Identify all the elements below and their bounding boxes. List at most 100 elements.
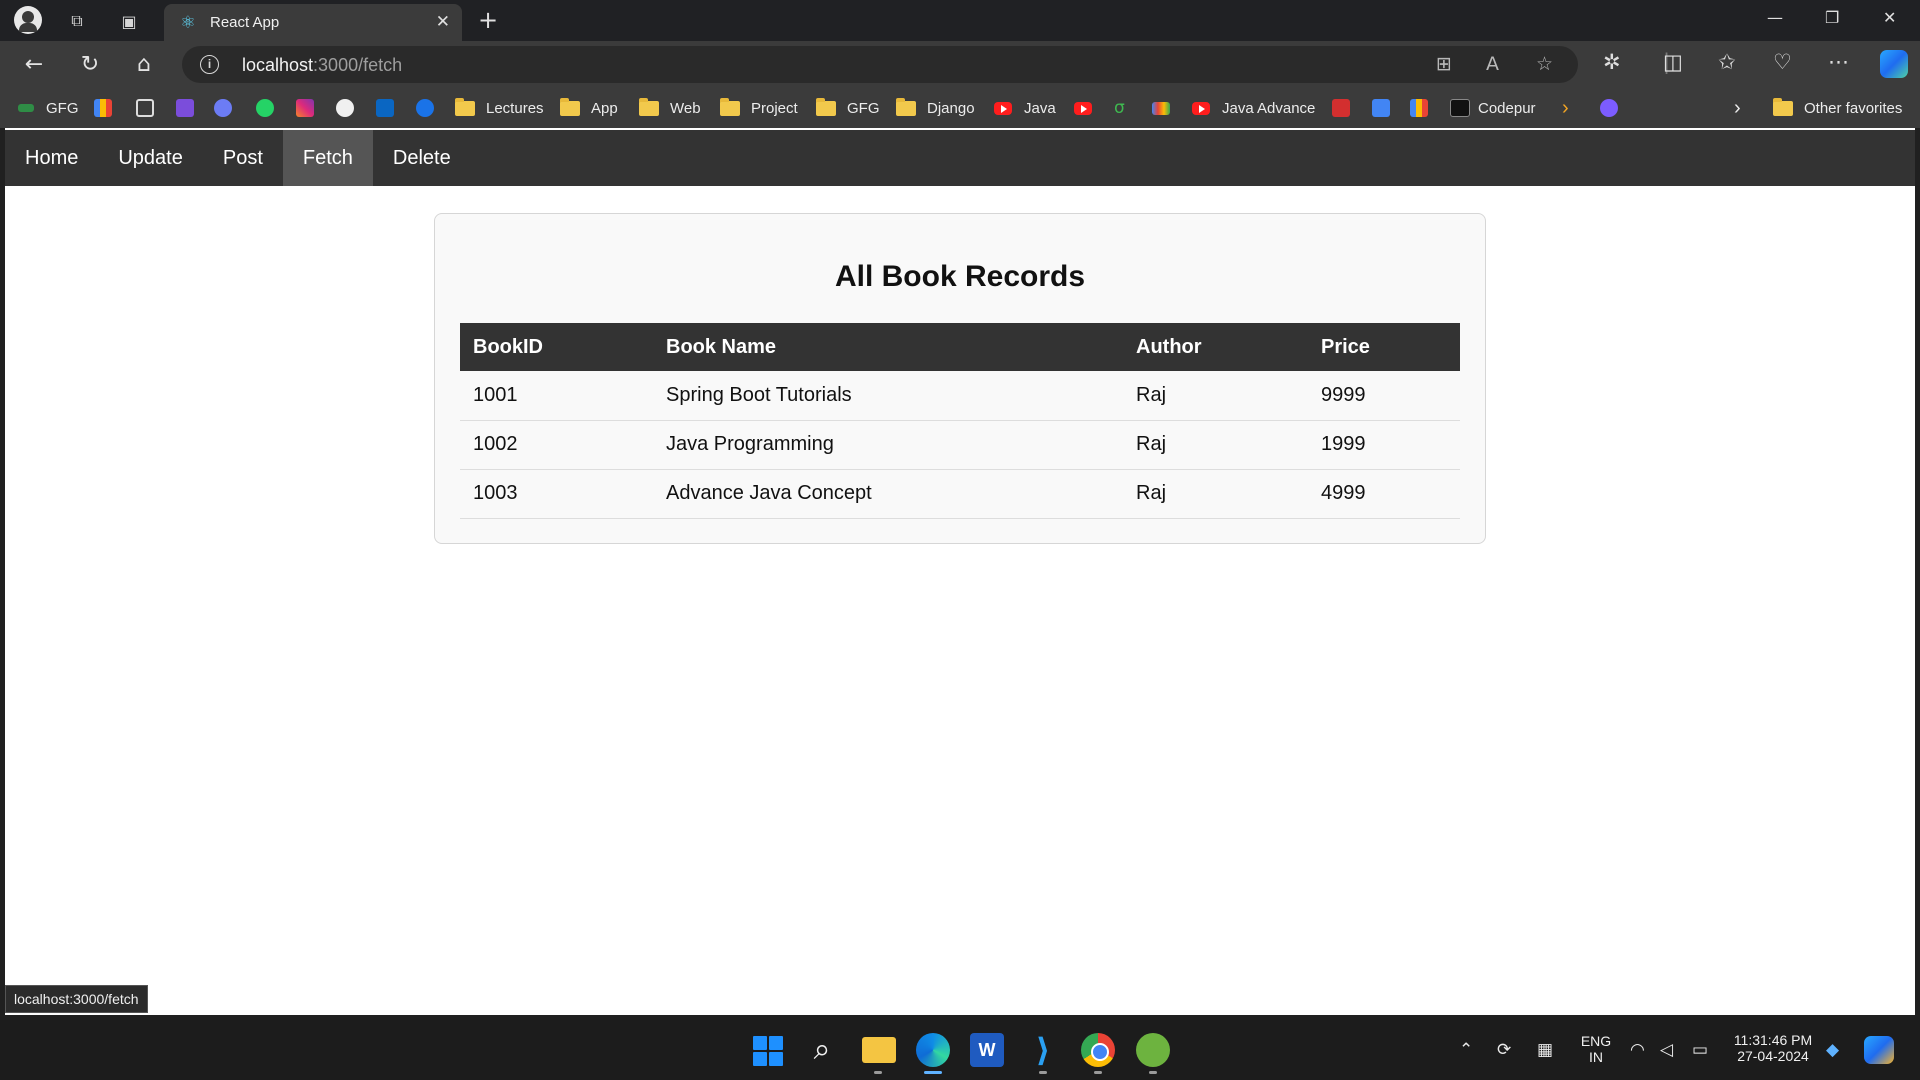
- widgets-icon[interactable]: ▦: [1537, 1040, 1553, 1060]
- notification-bell-icon[interactable]: ◆: [1826, 1040, 1839, 1060]
- folder-icon: [720, 97, 740, 116]
- favorite-youtube[interactable]: [1074, 97, 1104, 119]
- close-tab-icon[interactable]: ✕: [436, 12, 450, 32]
- favorite-label: Django: [927, 99, 975, 117]
- address-bar[interactable]: i localhost:3000/fetch ⊞ A ☆: [182, 46, 1578, 83]
- wifi-icon[interactable]: ◠: [1630, 1040, 1645, 1060]
- favorite-codepur[interactable]: Codepur: [1450, 97, 1536, 119]
- folder-icon: [560, 97, 580, 116]
- windows-taskbar: ⌕ W ⟩ ⌃ ⟳ ▦ ENG IN ◠ ◁ ▭ 11:31:46 PM 27-…: [0, 1020, 1920, 1080]
- nav-post[interactable]: Post: [203, 130, 283, 186]
- favorite-instagram[interactable]: [296, 97, 314, 119]
- windows-logo-icon: [753, 1052, 767, 1066]
- tab-react-app[interactable]: ⚛ React App ✕: [164, 4, 462, 41]
- favorite-power[interactable]: [416, 97, 434, 119]
- cell-author: Raj: [1123, 420, 1308, 470]
- favorite-analytics[interactable]: [94, 97, 112, 119]
- spring-tool-suite-icon[interactable]: [1136, 1033, 1170, 1067]
- other-favorites[interactable]: Other favorites: [1773, 97, 1902, 119]
- youtube-icon: [1192, 101, 1210, 115]
- react-icon: ⚛: [180, 13, 196, 33]
- column-header: Price: [1308, 323, 1460, 371]
- favorite-gfg[interactable]: GFG: [18, 97, 79, 119]
- copilot-taskbar-icon[interactable]: [1864, 1036, 1894, 1064]
- clock[interactable]: 11:31:46 PM 27-04-2024: [1726, 1032, 1820, 1064]
- favorite-cloud[interactable]: [214, 97, 232, 119]
- word-icon[interactable]: W: [970, 1033, 1004, 1067]
- url-text[interactable]: localhost:3000/fetch: [242, 55, 402, 76]
- refresh-icon[interactable]: ↻: [76, 51, 104, 79]
- favorite-github[interactable]: [336, 97, 354, 119]
- vertical-tabs-icon[interactable]: ▣: [116, 8, 142, 34]
- browser-essentials-icon[interactable]: ♡: [1773, 50, 1792, 74]
- nav-home[interactable]: Home: [5, 130, 98, 186]
- favorite-bolt[interactable]: [176, 97, 194, 119]
- favorite-cc[interactable]: [136, 97, 154, 119]
- column-header: Book Name: [653, 323, 1123, 371]
- volume-icon[interactable]: ◁: [1660, 1040, 1673, 1060]
- back-icon[interactable]: ←: [20, 51, 48, 79]
- favorite-whatsapp[interactable]: [256, 97, 274, 119]
- favorite-linkedin[interactable]: [376, 97, 394, 119]
- favorite-app[interactable]: App: [560, 97, 618, 119]
- cell-price: 4999: [1308, 469, 1460, 519]
- favorite-java-advance[interactable]: Java Advance: [1192, 97, 1315, 119]
- favorite-label: GFG: [46, 99, 79, 117]
- favorite-docs[interactable]: [1372, 97, 1390, 119]
- battery-icon[interactable]: ▭: [1692, 1040, 1708, 1060]
- workspaces-icon[interactable]: ⧉: [64, 8, 90, 34]
- home-icon[interactable]: ⌂: [130, 51, 158, 79]
- close-window-icon[interactable]: ✕: [1883, 8, 1896, 27]
- favorite-a[interactable]: [1600, 97, 1618, 119]
- show-hidden-icons-icon[interactable]: ⌃: [1459, 1040, 1473, 1060]
- extensions-icon[interactable]: ✲: [1603, 50, 1621, 74]
- more-favorites-icon[interactable]: ›: [1734, 97, 1741, 119]
- url-host: localhost: [242, 55, 314, 75]
- favorite-java[interactable]: Java: [994, 97, 1056, 119]
- site-info-icon[interactable]: i: [200, 55, 219, 74]
- favorite-u[interactable]: [1332, 97, 1350, 119]
- favorites-icon[interactable]: ✩: [1718, 50, 1736, 74]
- linkedin-icon: [376, 99, 394, 117]
- windows-logo-icon: [769, 1036, 783, 1050]
- favorite-project[interactable]: Project: [720, 97, 798, 119]
- sync-icon[interactable]: ⟳: [1497, 1040, 1511, 1060]
- chrome-icon[interactable]: [1081, 1033, 1115, 1067]
- folder-icon: [896, 97, 916, 116]
- language-indicator[interactable]: ENG IN: [1578, 1033, 1614, 1065]
- favorite-analytics-2[interactable]: [1410, 97, 1428, 119]
- favorite-gfg-folder[interactable]: GFG: [816, 97, 880, 119]
- more-menu-icon[interactable]: ⋯: [1828, 50, 1849, 74]
- favorite-gmail[interactable]: [1152, 97, 1170, 119]
- clock-time: 11:31:46 PM: [1733, 1032, 1813, 1048]
- nav-update[interactable]: Update: [98, 130, 203, 186]
- nav-fetch[interactable]: Fetch: [282, 130, 373, 186]
- new-tab-icon[interactable]: +: [478, 6, 498, 34]
- minimize-icon[interactable]: —: [1767, 8, 1783, 27]
- nav-delete[interactable]: Delete: [373, 130, 471, 186]
- profile-avatar-icon[interactable]: [14, 6, 42, 34]
- start-button[interactable]: [750, 1033, 784, 1067]
- table-row: 1003 Advance Java Concept Raj 4999: [460, 469, 1460, 519]
- table-header-row: BookID Book Name Author Price: [460, 323, 1460, 371]
- copilot-icon[interactable]: [1880, 50, 1908, 78]
- cell-author: Raj: [1123, 469, 1308, 519]
- restore-icon[interactable]: ❐: [1825, 8, 1839, 27]
- apps-icon[interactable]: ⊞: [1436, 53, 1452, 75]
- favorite-lectures[interactable]: Lectures: [455, 97, 544, 119]
- read-aloud-icon[interactable]: A: [1486, 53, 1499, 75]
- favorite-django[interactable]: Django: [896, 97, 975, 119]
- favorite-web[interactable]: Web: [639, 97, 701, 119]
- running-indicator: [874, 1071, 882, 1074]
- file-explorer-icon[interactable]: [862, 1037, 896, 1063]
- a-icon: [1600, 99, 1618, 117]
- vscode-icon[interactable]: ⟩: [1026, 1033, 1060, 1067]
- split-screen-icon[interactable]: ◫: [1663, 50, 1683, 74]
- chevron-right-icon[interactable]: ›: [1562, 97, 1569, 119]
- cell-book-name: Spring Boot Tutorials: [653, 371, 1123, 421]
- youtube-icon: [994, 101, 1012, 115]
- favorite-star-icon[interactable]: ☆: [1536, 53, 1553, 75]
- search-icon[interactable]: ⌕: [805, 1033, 839, 1067]
- edge-icon[interactable]: [916, 1033, 950, 1067]
- favorite-leaf[interactable]: σ: [1114, 97, 1132, 119]
